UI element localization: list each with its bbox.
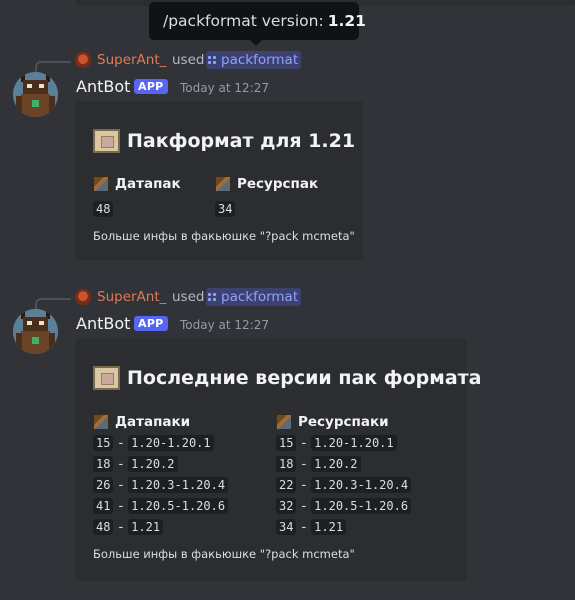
author-name[interactable]: AntBot	[76, 77, 130, 96]
pack-number: 22	[276, 477, 297, 493]
version-row: 32-1.20.5-1.20.6	[276, 498, 412, 514]
pack-number: 18	[93, 456, 114, 472]
reply-used-label: used	[172, 52, 205, 68]
embed: Пакформат для 1.21 Датапак 48 Ресурспак …	[75, 101, 363, 260]
version-row: 48-1.21	[93, 519, 164, 535]
scroll-icon	[93, 366, 120, 390]
command-name: packformat	[221, 52, 299, 68]
pack-number: 34	[276, 519, 297, 535]
version-row: 18-1.20.2	[276, 456, 361, 472]
field-resourcepack: Ресурспак	[215, 176, 318, 192]
version-range: 1.20.5-1.20.6	[311, 498, 412, 514]
version-row: 22-1.20.3-1.20.4	[276, 477, 412, 493]
reply-username[interactable]: SuperAnt_	[97, 52, 166, 68]
scroll-icon	[93, 129, 120, 153]
version-row: 41-1.20.5-1.20.6	[93, 498, 229, 514]
reply-used-label: used	[172, 289, 205, 305]
ant-mini-avatar-icon[interactable]	[75, 52, 91, 68]
author-name[interactable]: AntBot	[76, 314, 130, 333]
field-name: Датапак	[115, 176, 181, 192]
reply-connector	[35, 298, 71, 310]
ant-robot-avatar-icon[interactable]	[13, 309, 58, 354]
grass-block-icon	[215, 176, 231, 192]
version-row: 34-1.21	[276, 519, 347, 535]
tooltip-prefix: /packformat version:	[163, 12, 324, 30]
grass-block-icon	[93, 176, 109, 192]
command-name: packformat	[221, 289, 299, 305]
grass-block-icon	[93, 414, 109, 430]
ant-mini-avatar-icon[interactable]	[75, 289, 91, 305]
pack-number: 15	[93, 435, 114, 451]
version-row: 15-1.20-1.20.1	[93, 435, 214, 451]
pack-number: 48	[93, 519, 114, 535]
version-range: 1.20.3-1.20.4	[128, 477, 229, 493]
version-range: 1.20-1.20.1	[311, 435, 397, 451]
grass-block-icon	[276, 414, 292, 430]
command-mention[interactable]: packformat	[206, 288, 302, 306]
timestamp[interactable]: Today at 12:27	[180, 318, 269, 332]
embed-title-text: Пакформат для 1.21	[127, 130, 356, 152]
command-mention[interactable]: packformat	[206, 51, 302, 69]
field-datapack: Датапак	[93, 176, 181, 192]
pack-number: 18	[276, 456, 297, 472]
field-datapacks: Датапаки	[93, 414, 190, 430]
pack-number: 32	[276, 498, 297, 514]
ant-robot-avatar-icon[interactable]	[13, 72, 58, 117]
slash-command-icon	[208, 55, 217, 65]
version-range: 1.20.2	[311, 456, 361, 472]
pack-number: 26	[93, 477, 114, 493]
version-range: 1.20-1.20.1	[128, 435, 214, 451]
field-name: Ресурспаки	[298, 414, 389, 430]
timestamp[interactable]: Today at 12:27	[180, 81, 269, 95]
app-badge: APP	[134, 79, 168, 94]
embed-title: Последние версии пак формата	[93, 366, 481, 390]
version-range: 1.20.2	[128, 456, 178, 472]
field-resourcepacks: Ресурспаки	[276, 414, 389, 430]
field-value: 34	[215, 201, 236, 217]
version-row: 15-1.20-1.20.1	[276, 435, 397, 451]
version-row: 18-1.20.2	[93, 456, 178, 472]
tooltip-arrow	[250, 40, 262, 46]
tooltip-value: 1.21	[327, 12, 366, 30]
field-name: Датапаки	[115, 414, 191, 430]
pack-number: 15	[276, 435, 297, 451]
embed-footer: Больше инфы в факьюшке "?pack mcmeta"	[93, 229, 355, 243]
version-range: 1.20.5-1.20.6	[128, 498, 229, 514]
reply-username[interactable]: SuperAnt_	[97, 289, 166, 305]
field-value: 48	[93, 201, 114, 217]
embed-footer: Больше инфы в факьюшке "?pack mcmeta"	[93, 547, 355, 561]
slash-command-icon	[208, 292, 217, 302]
reply-connector	[35, 61, 71, 73]
version-range: 1.20.3-1.20.4	[311, 477, 412, 493]
field-name: Ресурспак	[237, 176, 319, 192]
version-range: 1.21	[128, 519, 164, 535]
version-row: 26-1.20.3-1.20.4	[93, 477, 229, 493]
version-range: 1.21	[311, 519, 347, 535]
embed-title-text: Последние версии пак формата	[127, 367, 482, 389]
app-badge: APP	[134, 316, 168, 331]
embed-title: Пакформат для 1.21	[93, 129, 355, 153]
pack-number: 41	[93, 498, 114, 514]
command-tooltip: /packformat version: 1.21	[149, 2, 366, 40]
embed: Последние версии пак формата Датапаки 15…	[75, 338, 481, 581]
